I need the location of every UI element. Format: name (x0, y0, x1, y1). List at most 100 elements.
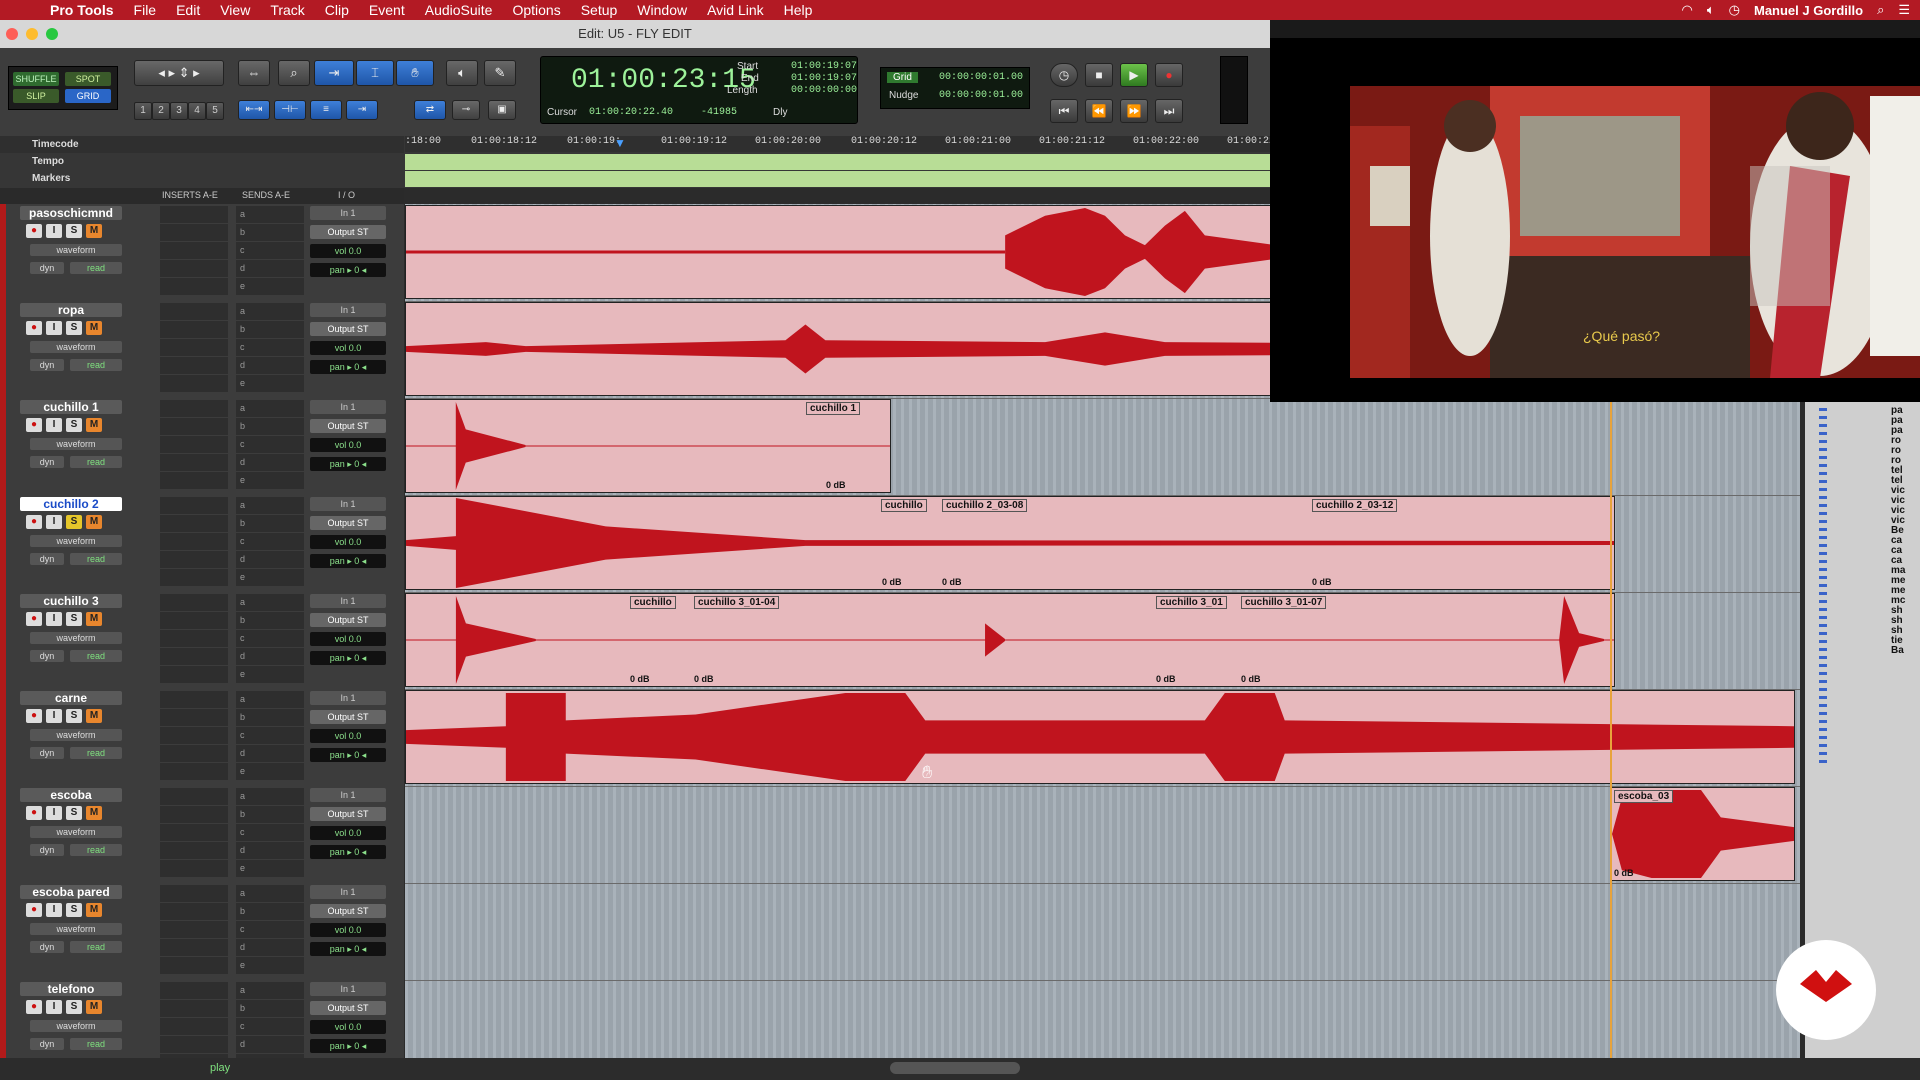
volume-readout[interactable]: vol 0.0 (310, 632, 386, 646)
link-timeline-icon[interactable]: ⊣⊢ (274, 100, 306, 120)
track-header[interactable]: escoba ● I S Mwaveform dyn read a b c d e In 1 Output… (0, 786, 404, 884)
input-selector[interactable]: In 1 (310, 206, 386, 220)
insert-slot[interactable] (160, 436, 228, 453)
insert-slot[interactable] (160, 418, 228, 435)
input-monitor-button[interactable]: I (46, 321, 62, 335)
insert-slot[interactable] (160, 842, 228, 859)
input-selector[interactable]: In 1 (310, 885, 386, 899)
input-selector[interactable]: In 1 (310, 594, 386, 608)
tab-to-transient-icon[interactable]: ⇤⇥ (238, 100, 270, 120)
pan-readout[interactable]: pan ▸ 0 ◂ (310, 554, 386, 568)
volume-readout[interactable]: vol 0.0 (310, 438, 386, 452)
track-view-selector[interactable]: waveform (30, 1020, 122, 1032)
input-monitor-button[interactable]: I (46, 709, 62, 723)
track-view-selector[interactable]: waveform (30, 729, 122, 741)
automation-mode-selector[interactable]: read (70, 359, 122, 371)
insert-slot[interactable] (160, 321, 228, 338)
solo-button[interactable]: S (66, 1000, 82, 1014)
insert-slot[interactable] (160, 763, 228, 780)
send-slot[interactable]: a (236, 788, 304, 805)
lane-escoba-pared[interactable] (405, 883, 1800, 981)
timecode-ruler[interactable]: :18:00 01:00:18:12 01:00:19: 01:00:19:12… (405, 136, 1275, 152)
send-slot[interactable]: a (236, 400, 304, 417)
insert-slot[interactable] (160, 788, 228, 805)
link-track-selection-icon[interactable]: ≡ (310, 100, 342, 120)
spotlight-icon[interactable]: ⌕ (1877, 2, 1884, 18)
insert-slot[interactable] (160, 885, 228, 902)
menu-options[interactable]: Options (502, 2, 570, 18)
insert-slot[interactable] (160, 727, 228, 744)
pan-readout[interactable]: pan ▸ 0 ◂ (310, 748, 386, 762)
automation-mode-selector[interactable]: read (70, 747, 122, 759)
menubar-user[interactable]: Manuel J Gordillo (1754, 3, 1863, 18)
insert-slot[interactable] (160, 939, 228, 956)
send-slot[interactable]: c (236, 436, 304, 453)
send-slot[interactable]: c (236, 630, 304, 647)
zoomer-tool-icon[interactable]: ⇔ (238, 60, 270, 86)
dyn-button[interactable]: dyn (30, 1038, 64, 1050)
insert-slot[interactable] (160, 648, 228, 665)
record-enable-button[interactable]: ● (26, 612, 42, 626)
send-slot[interactable]: b (236, 1000, 304, 1017)
trim-tool-icon[interactable]: ⇥ (314, 60, 354, 86)
input-selector[interactable]: In 1 (310, 497, 386, 511)
minimize-window-button[interactable] (26, 28, 38, 40)
send-slot[interactable]: c (236, 339, 304, 356)
dyn-button[interactable]: dyn (30, 359, 64, 371)
end-value[interactable]: 01:00:19:07 (791, 73, 857, 84)
input-monitor-button[interactable]: I (46, 806, 62, 820)
output-selector[interactable]: Output ST (310, 225, 386, 239)
lane-cuchillo-3[interactable]: cuchillo cuchillo 3_01-04 cuchillo 3_01 … (405, 592, 1800, 690)
solo-button[interactable]: S (66, 903, 82, 917)
audio-clip[interactable]: escoba_03 0 dB (1611, 787, 1795, 881)
nudge-value[interactable]: 00:00:00:01.00 (939, 90, 1023, 101)
volume-readout[interactable]: vol 0.0 (310, 535, 386, 549)
output-selector[interactable]: Output ST (310, 322, 386, 336)
send-slot[interactable]: b (236, 515, 304, 532)
insert-slot[interactable] (160, 339, 228, 356)
menu-audiosuite[interactable]: AudioSuite (415, 2, 503, 18)
volume-icon[interactable]: 🔈︎ (1707, 2, 1715, 18)
track-header[interactable]: pasoschicmnd ● I S Mwaveform dyn read a b c d e In 1… (0, 204, 404, 302)
dyn-button[interactable]: dyn (30, 456, 64, 468)
volume-readout[interactable]: vol 0.0 (310, 826, 386, 840)
start-value[interactable]: 01:00:19:07 (791, 61, 857, 72)
menu-setup[interactable]: Setup (571, 2, 628, 18)
send-slot[interactable]: a (236, 982, 304, 999)
send-slot[interactable]: c (236, 727, 304, 744)
track-name[interactable]: carne (20, 691, 122, 705)
menu-track[interactable]: Track (260, 2, 314, 18)
dyn-button[interactable]: dyn (30, 747, 64, 759)
insertion-follows-playback-icon[interactable]: ⇥ (346, 100, 378, 120)
insert-slot[interactable] (160, 957, 228, 974)
output-selector[interactable]: Output ST (310, 516, 386, 530)
pan-readout[interactable]: pan ▸ 0 ◂ (310, 651, 386, 665)
send-slot[interactable]: e (236, 472, 304, 489)
track-view-selector[interactable]: waveform (30, 923, 122, 935)
output-selector[interactable]: Output ST (310, 710, 386, 724)
track-name[interactable]: escoba (20, 788, 122, 802)
track-name[interactable]: pasoschicmnd (20, 206, 122, 220)
pan-readout[interactable]: pan ▸ 0 ◂ (310, 845, 386, 859)
solo-button[interactable]: S (66, 515, 82, 529)
volume-readout[interactable]: vol 0.0 (310, 341, 386, 355)
menu-view[interactable]: View (210, 2, 260, 18)
send-slot[interactable]: d (236, 454, 304, 471)
send-slot[interactable]: d (236, 745, 304, 762)
send-slot[interactable]: b (236, 903, 304, 920)
dyn-button[interactable]: dyn (30, 262, 64, 274)
send-slot[interactable]: c (236, 1018, 304, 1035)
input-monitor-button[interactable]: I (46, 1000, 62, 1014)
menu-event[interactable]: Event (359, 2, 415, 18)
automation-mode-selector[interactable]: read (70, 844, 122, 856)
menu-file[interactable]: File (124, 2, 167, 18)
track-view-selector[interactable]: waveform (30, 535, 122, 547)
insert-slot[interactable] (160, 709, 228, 726)
record-enable-button[interactable]: ● (26, 515, 42, 529)
insert-slot[interactable] (160, 921, 228, 938)
grid-label[interactable]: Grid (887, 72, 918, 83)
track-name[interactable]: cuchillo 2 (20, 497, 122, 511)
insert-slot[interactable] (160, 1000, 228, 1017)
lane-carne[interactable] (405, 689, 1800, 787)
send-slot[interactable]: d (236, 648, 304, 665)
